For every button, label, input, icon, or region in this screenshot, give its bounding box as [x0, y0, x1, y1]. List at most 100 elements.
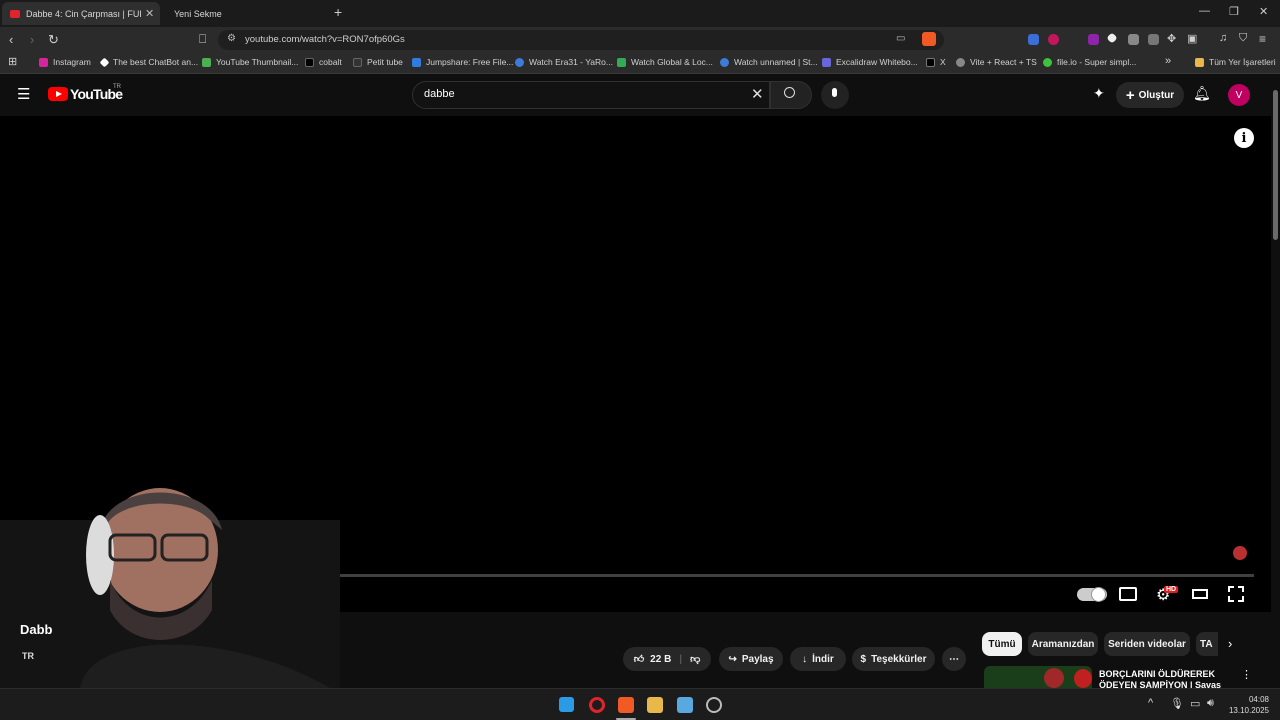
search-box[interactable]: dabbe ✕ — [412, 81, 770, 109]
bookmark-item[interactable]: file.io - Super simpl... — [1043, 57, 1136, 67]
thumbnail-icon — [202, 58, 211, 67]
extension-icon[interactable] — [1028, 34, 1039, 45]
bookmark-item[interactable]: Watch unnamed | St... — [720, 57, 818, 67]
search-button[interactable] — [770, 81, 812, 109]
microphone-icon — [832, 88, 837, 97]
bookmarks-overflow-icon[interactable]: » — [1165, 55, 1171, 67]
suggestion-title-line: ÖDEYEN ŞAMPİYON | Savaş — [1099, 680, 1224, 688]
page-scrollbar[interactable] — [1271, 74, 1280, 688]
app-icon[interactable] — [677, 697, 693, 713]
tab-new[interactable]: Yeni Sekme — [166, 2, 326, 25]
autoplay-toggle[interactable] — [1077, 588, 1107, 601]
media-icon[interactable]: ♫ — [1219, 32, 1227, 44]
hamburger-menu-icon[interactable]: ☰ — [17, 85, 30, 103]
back-icon[interactable]: ‹ — [9, 32, 13, 47]
search-input[interactable]: dabbe — [424, 88, 455, 100]
apps-grid-icon[interactable]: ⊞ — [8, 55, 17, 68]
site-info-icon[interactable]: ⚙ — [227, 33, 236, 44]
bookmark-item[interactable]: YouTube Thumbnail... — [202, 57, 298, 67]
system-clock[interactable]: 04:08 13.10.2025 — [1227, 694, 1269, 716]
tray-chevron-up-icon[interactable]: ^ — [1148, 697, 1153, 709]
bookmark-item[interactable]: X — [926, 57, 946, 67]
bookmark-item[interactable]: Excalidraw Whitebo... — [822, 57, 918, 67]
voice-search-button[interactable] — [821, 81, 849, 109]
thanks-button[interactable]: $Teşekkürler — [852, 647, 935, 671]
more-vert-icon[interactable]: ⋮ — [1241, 668, 1252, 681]
excalidraw-icon — [822, 58, 831, 67]
filter-chip-all[interactable]: Tümü — [982, 632, 1022, 656]
extension-icon[interactable] — [1128, 34, 1139, 45]
close-tab-icon[interactable]: ✕ — [145, 7, 154, 20]
microphone-tray-icon[interactable]: 🎙︎ — [1170, 697, 1184, 710]
filter-chip-series[interactable]: Seriden videolar — [1104, 632, 1190, 656]
bookmark-item[interactable]: Instagram — [39, 57, 91, 67]
cobalt-icon — [305, 58, 314, 67]
close-window-icon[interactable]: ✕ — [1259, 5, 1268, 18]
like-count[interactable]: 22 B — [650, 654, 671, 665]
avatar[interactable]: V — [1228, 84, 1250, 106]
clear-search-icon[interactable]: ✕ — [751, 85, 764, 103]
suggestion-thumbnail[interactable] — [984, 666, 1092, 688]
extension-icon[interactable] — [1048, 34, 1059, 45]
channel-watermark-icon[interactable] — [1233, 546, 1247, 560]
share-button[interactable]: ↪Paylaş — [719, 647, 783, 671]
reload-icon[interactable]: ↻ — [48, 32, 59, 48]
maximize-icon[interactable]: ❐ — [1229, 5, 1239, 18]
bookmark-item[interactable]: cobalt — [305, 57, 342, 67]
fullscreen-icon[interactable] — [1228, 586, 1244, 602]
dislike-icon[interactable]: 👎︎ — [690, 653, 700, 665]
bookmark-item[interactable]: Watch Era31 - YaRo... — [515, 57, 613, 67]
bookmark-item[interactable]: Watch Global & Loc... — [617, 57, 713, 67]
info-icon[interactable]: i — [1234, 128, 1254, 148]
brave-icon[interactable] — [618, 697, 634, 713]
youtube-logo-icon[interactable] — [48, 87, 68, 101]
address-bar[interactable]: ⚙ youtube.com/watch?v=RON7ofp60Gs ▭ — [218, 30, 944, 50]
bookmark-icon[interactable]: ⎕ — [199, 32, 206, 47]
bookmark-label: Vite + React + TS — [970, 57, 1037, 67]
more-actions-button[interactable]: ⋯ — [942, 647, 966, 671]
filter-chip-partial[interactable]: TA — [1196, 632, 1218, 656]
extension-icon[interactable] — [1088, 34, 1099, 45]
sidebar-icon[interactable]: ▣ — [1187, 32, 1197, 45]
notifications-bell-icon[interactable]: 🔔︎ — [1193, 85, 1211, 102]
bookmark-item[interactable]: The best ChatBot an... — [101, 57, 198, 67]
creator-studio-icon[interactable]: ✦ — [1093, 85, 1105, 102]
theater-mode-icon[interactable] — [1192, 589, 1208, 599]
menu-icon[interactable]: ≡ — [1259, 32, 1266, 46]
create-button[interactable]: +Oluştur — [1116, 82, 1184, 108]
opera-icon[interactable] — [589, 697, 605, 713]
network-icon[interactable]: ▭ — [1190, 697, 1200, 710]
minimize-icon[interactable]: — — [1199, 5, 1210, 17]
bookmark-item[interactable]: Vite + React + TS — [956, 57, 1037, 67]
subtitles-icon[interactable] — [1119, 587, 1137, 601]
scrollbar-thumb[interactable] — [1273, 90, 1278, 240]
suggestion-title[interactable]: BORÇLARINI ÖLDÜREREK ÖDEYEN ŞAMPİYON | S… — [1099, 669, 1224, 688]
chevron-right-icon[interactable]: › — [1228, 636, 1232, 651]
extension-icon[interactable] — [1106, 32, 1117, 43]
bookmark-item[interactable]: Petit tube — [353, 57, 403, 67]
all-bookmarks-folder[interactable]: Tüm Yer İşaretleri — [1195, 57, 1276, 67]
bookmark-label: The best ChatBot an... — [113, 57, 198, 67]
file-explorer-icon[interactable] — [647, 697, 663, 713]
tab-label: Dabbe 4: Cin Çarpması | FULL HD — [26, 9, 141, 19]
forward-icon[interactable]: › — [30, 32, 34, 47]
new-tab-button[interactable]: + — [334, 4, 342, 20]
app-icon[interactable] — [706, 697, 722, 713]
volume-icon[interactable]: 🔊︎ — [1207, 697, 1214, 710]
channel-name[interactable]: TR — [22, 651, 34, 661]
extensions-puzzle-icon[interactable]: ✥ — [1167, 32, 1176, 45]
like-icon[interactable]: 👍︎ — [634, 653, 644, 665]
bookmark-label: Instagram — [53, 57, 91, 67]
filter-chip-from-search[interactable]: Aramanızdan — [1028, 632, 1098, 656]
share-label: Paylaş — [742, 654, 774, 665]
download-button[interactable]: ↓İndir — [790, 647, 846, 671]
bookmark-item[interactable]: Jumpshare: Free File... — [412, 57, 513, 67]
extension-icon[interactable] — [1148, 34, 1159, 45]
watch-icon — [515, 58, 524, 67]
windows-start-icon[interactable] — [559, 697, 574, 712]
thanks-icon: $ — [861, 654, 867, 665]
cast-icon[interactable]: ▭ — [896, 33, 905, 44]
tab-active[interactable]: Dabbe 4: Cin Çarpması | FULL HD ✕ — [2, 2, 160, 25]
vpn-icon[interactable]: ⛉ — [1239, 32, 1247, 45]
brave-shields-icon[interactable] — [922, 32, 936, 46]
